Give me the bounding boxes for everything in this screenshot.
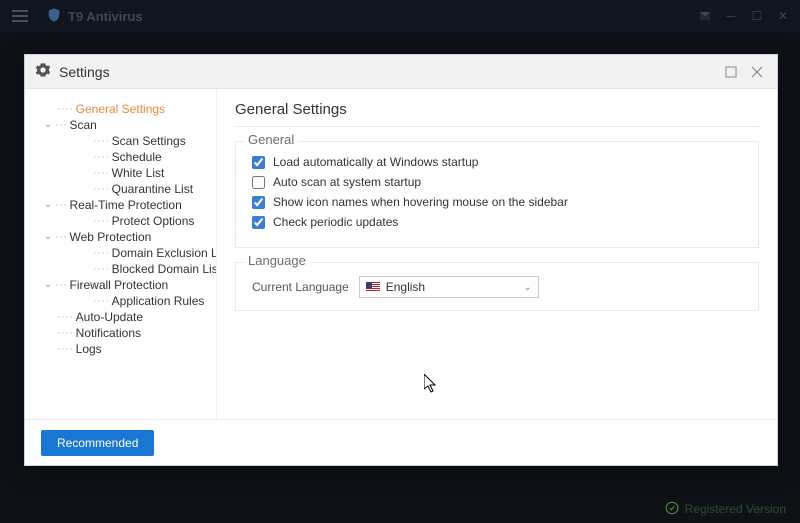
cb-load-at-startup-label: Load automatically at Windows startup xyxy=(273,155,478,169)
shield-icon xyxy=(46,7,62,26)
hamburger-icon[interactable] xyxy=(12,7,28,25)
language-select[interactable]: English ⌄ xyxy=(359,276,539,298)
tree-logs[interactable]: ····Logs xyxy=(29,341,212,357)
tree-application-rules[interactable]: ····Application Rules xyxy=(29,293,212,309)
settings-tree: ····General Settings ⌄···Scan ····Scan S… xyxy=(25,89,217,419)
cb-auto-scan[interactable] xyxy=(252,176,265,189)
tree-quarantine-list[interactable]: ····Quarantine List xyxy=(29,181,212,197)
tree-protect-options[interactable]: ····Protect Options xyxy=(29,213,212,229)
tree-scan-settings[interactable]: ····Scan Settings xyxy=(29,133,212,149)
cb-periodic-updates[interactable] xyxy=(252,216,265,229)
cb-load-at-startup-row: Load automatically at Windows startup xyxy=(248,155,746,169)
tree-scan[interactable]: ⌄···Scan xyxy=(29,117,212,133)
settings-modal: Settings ····General Settings ⌄···Scan ·… xyxy=(24,54,778,466)
chevron-down-icon: ⌄ xyxy=(43,117,53,133)
recommended-button[interactable]: Recommended xyxy=(41,430,154,456)
chevron-down-icon: ⌄ xyxy=(523,282,531,293)
tree-realtime-protection[interactable]: ⌄···Real-Time Protection xyxy=(29,197,212,213)
modal-title: Settings xyxy=(59,64,110,80)
check-circle-icon xyxy=(665,501,679,518)
modal-close-icon[interactable] xyxy=(747,62,767,82)
flag-us-icon xyxy=(366,282,380,292)
current-language-label: Current Language xyxy=(252,280,349,294)
bg-maximize-icon[interactable]: ☐ xyxy=(748,7,766,25)
bg-close-icon[interactable]: ✕ xyxy=(774,7,792,25)
cb-periodic-updates-label: Check periodic updates xyxy=(273,215,398,229)
chevron-down-icon: ⌄ xyxy=(43,197,53,213)
registered-label: Registered Version xyxy=(685,502,786,516)
tree-blocked-domain-list[interactable]: ····Blocked Domain List xyxy=(29,261,212,277)
modal-titlebar: Settings xyxy=(25,55,777,89)
settings-content: General Settings General Load automatica… xyxy=(217,89,777,419)
bg-footer: Registered Version xyxy=(651,495,800,523)
bg-minimize-icon[interactable]: ─ xyxy=(722,7,740,25)
language-group: Language Current Language English ⌄ xyxy=(235,262,759,311)
modal-footer: Recommended xyxy=(25,419,777,465)
tree-general-settings[interactable]: ····General Settings xyxy=(29,101,212,117)
content-divider xyxy=(235,126,759,127)
tree-web-protection[interactable]: ⌄···Web Protection xyxy=(29,229,212,245)
cb-auto-scan-label: Auto scan at system startup xyxy=(273,175,421,189)
tree-notifications[interactable]: ····Notifications xyxy=(29,325,212,341)
gear-icon xyxy=(35,62,51,81)
cb-periodic-updates-row: Check periodic updates xyxy=(248,215,746,229)
cb-show-icon-names-label: Show icon names when hovering mouse on t… xyxy=(273,195,568,209)
cb-auto-scan-row: Auto scan at system startup xyxy=(248,175,746,189)
cb-show-icon-names-row: Show icon names when hovering mouse on t… xyxy=(248,195,746,209)
general-group-title: General xyxy=(244,132,298,147)
language-group-title: Language xyxy=(244,253,310,268)
tree-auto-update[interactable]: ····Auto-Update xyxy=(29,309,212,325)
chevron-down-icon: ⌄ xyxy=(43,229,53,245)
tree-white-list[interactable]: ····White List xyxy=(29,165,212,181)
page-title: General Settings xyxy=(235,101,759,118)
bg-appbar: T9 Antivirus ─ ☐ ✕ xyxy=(0,0,800,32)
tree-firewall-protection[interactable]: ⌄···Firewall Protection xyxy=(29,277,212,293)
modal-maximize-icon[interactable] xyxy=(721,62,741,82)
general-group: General Load automatically at Windows st… xyxy=(235,141,759,248)
mail-icon[interactable] xyxy=(696,7,714,25)
tree-domain-exclusion-list[interactable]: ····Domain Exclusion List xyxy=(29,245,212,261)
bg-app-title: T9 Antivirus xyxy=(68,9,143,24)
tree-schedule[interactable]: ····Schedule xyxy=(29,149,212,165)
cb-load-at-startup[interactable] xyxy=(252,156,265,169)
language-selected: English xyxy=(386,280,425,294)
chevron-down-icon: ⌄ xyxy=(43,277,53,293)
cb-show-icon-names[interactable] xyxy=(252,196,265,209)
